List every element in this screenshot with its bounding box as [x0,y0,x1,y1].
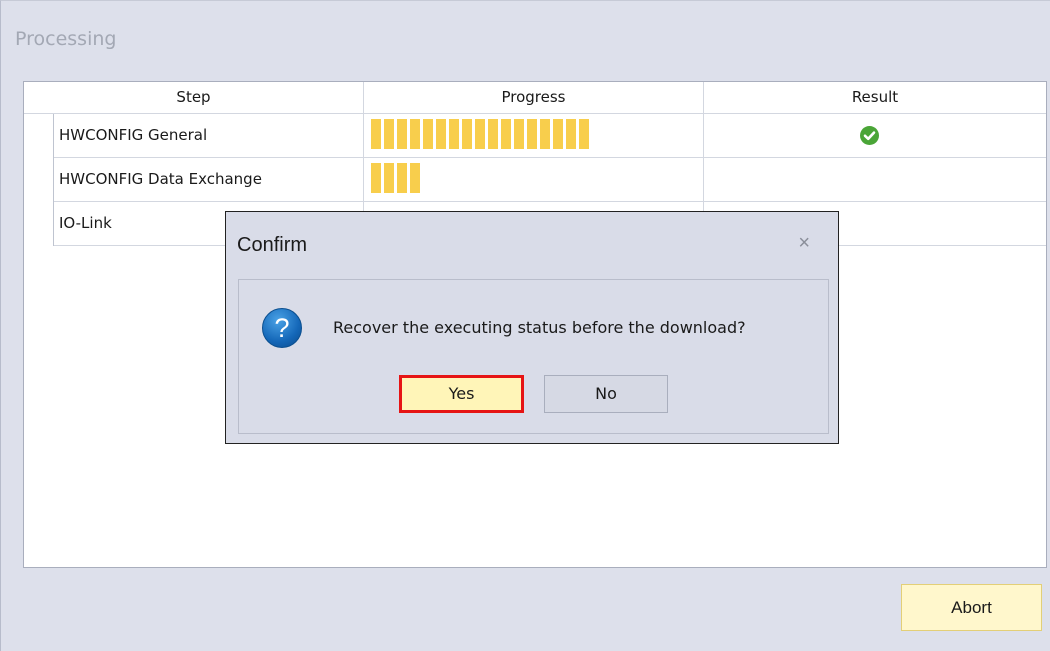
progress-segment [371,119,381,149]
progress-segment [566,119,576,149]
result-cell [704,158,1046,202]
success-check-icon [860,126,879,145]
progress-segment [371,163,381,193]
progress-bar [371,163,423,193]
progress-segment [410,163,420,193]
progress-segment [488,119,498,149]
abort-button[interactable]: Abort [901,584,1042,631]
progress-segment [384,163,394,193]
progress-segment [449,119,459,149]
window-title: Processing [15,28,117,50]
close-icon[interactable]: × [798,232,810,255]
progress-segment [553,119,563,149]
confirm-dialog: Confirm × ? Recover the executing status… [225,211,839,444]
progress-segment [410,119,420,149]
progress-segment [514,119,524,149]
progress-segment [527,119,537,149]
dialog-title: Confirm [237,234,308,256]
result-cell [704,114,1046,158]
yes-button[interactable]: Yes [399,375,524,413]
progress-bar [371,119,592,149]
progress-cell [364,114,704,158]
progress-cell [364,158,704,202]
progress-segment [579,119,589,149]
dialog-message: Recover the executing status before the … [333,318,746,337]
column-header-result[interactable]: Result [704,82,1046,114]
row-indicator-gutter [24,114,54,246]
progress-segment [475,119,485,149]
progress-segment [384,119,394,149]
column-header-step[interactable]: Step [24,82,364,114]
progress-segment [423,119,433,149]
step-cell: HWCONFIG General [54,114,364,158]
no-button[interactable]: No [544,375,668,413]
step-cell: HWCONFIG Data Exchange [54,158,364,202]
progress-segment [397,119,407,149]
column-header-progress[interactable]: Progress [364,82,704,114]
progress-segment [501,119,511,149]
progress-segment [462,119,472,149]
progress-segment [397,163,407,193]
progress-segment [540,119,550,149]
progress-segment [436,119,446,149]
question-icon: ? [262,308,302,348]
dialog-body: ? Recover the executing status before th… [238,279,829,434]
